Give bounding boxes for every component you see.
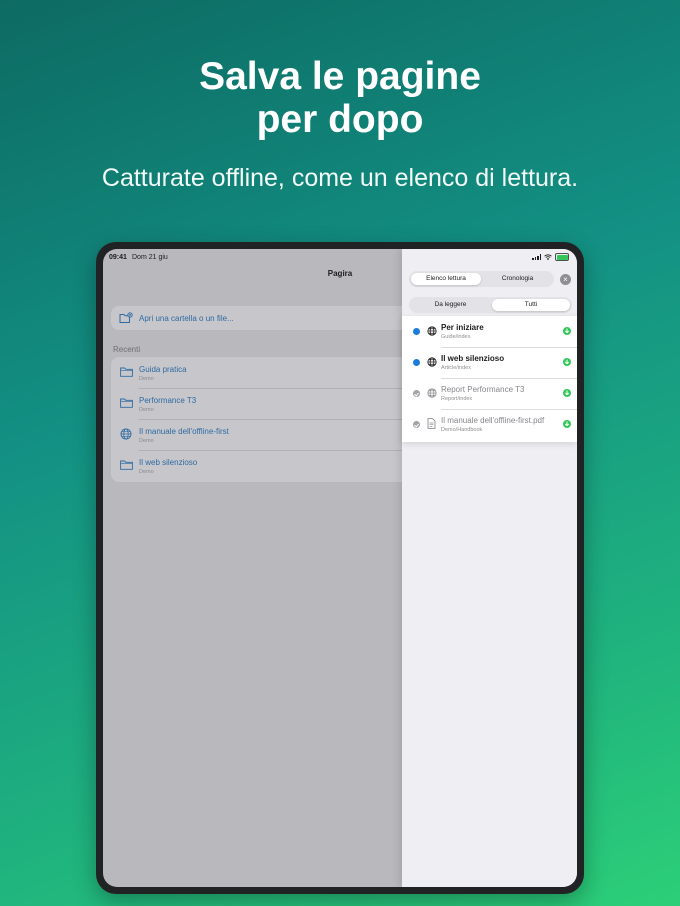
list-item-path: Article/index	[441, 365, 471, 371]
download-icon[interactable]	[563, 327, 571, 335]
recent-item[interactable]: Il web silenzioso Demo	[111, 450, 402, 481]
folder-plus-icon	[119, 312, 133, 323]
filter-tabs: Da leggere Tutti	[409, 297, 572, 313]
main-pane: Apri una cartella o un file... Recenti G…	[103, 249, 402, 887]
status-bar: 09:41 Dom 21 giu	[103, 249, 577, 265]
promo-headline-line2: per dopo	[256, 98, 424, 141]
tablet-screen: Apri una cartella o un file... Recenti G…	[103, 249, 577, 887]
list-item-path: Guide/index	[441, 334, 471, 340]
reading-list: Per iniziare Guide/index Il web silenzio…	[402, 316, 577, 442]
list-item[interactable]: Il web silenzioso Article/index	[402, 347, 577, 378]
download-icon[interactable]	[563, 420, 571, 428]
panel-tabs: Elenco lettura Cronologia	[409, 271, 554, 287]
wifi-icon	[544, 254, 552, 260]
globe-icon	[427, 326, 437, 336]
globe-icon	[427, 388, 437, 398]
recent-item[interactable]: Il manuale dell'offline-first Demo	[111, 419, 402, 450]
filter-all[interactable]: Tutti	[492, 299, 570, 311]
read-check-icon	[413, 421, 420, 428]
list-item-title: Il web silenzioso	[441, 354, 505, 363]
status-time: 09:41	[109, 254, 127, 261]
open-folder-label: Apri una cartella o un file...	[139, 314, 234, 323]
recent-item[interactable]: Guida pratica Demo	[111, 357, 402, 388]
list-item[interactable]: Il manuale dell'offline-first.pdf Demo/H…	[402, 409, 577, 440]
status-icons	[532, 253, 569, 261]
recent-item-title: Guida pratica	[139, 365, 187, 374]
list-item-path: Demo/Handbook	[441, 427, 483, 433]
tab-history[interactable]: Cronologia	[483, 273, 552, 285]
list-item-path: Report/index	[441, 396, 473, 402]
recent-item[interactable]: Performance T3 Demo	[111, 388, 402, 419]
close-icon[interactable]: ×	[560, 274, 571, 285]
recent-item-title: Performance T3	[139, 396, 197, 405]
recent-item-title: Il manuale dell'offline-first	[139, 427, 229, 436]
list-item[interactable]: Per iniziare Guide/index	[402, 316, 577, 347]
recent-item-subtitle: Demo	[139, 376, 154, 382]
recents-header: Recenti	[113, 345, 141, 354]
recent-item-subtitle: Demo	[139, 469, 154, 475]
document-icon	[427, 418, 436, 429]
recents-list: Guida pratica Demo Performance T3 Demo I…	[111, 357, 402, 482]
filter-unread[interactable]: Da leggere	[411, 299, 490, 311]
list-item-title: Report Performance T3	[441, 385, 525, 394]
unread-dot-icon	[413, 359, 420, 366]
tab-reading-list[interactable]: Elenco lettura	[411, 273, 481, 285]
cellular-signal-icon	[532, 254, 541, 260]
recent-item-subtitle: Demo	[139, 407, 154, 413]
globe-icon	[120, 428, 132, 440]
tablet-frame: Apri una cartella o un file... Recenti G…	[96, 242, 584, 894]
read-check-icon	[413, 390, 420, 397]
reading-list-panel: Elenco lettura Cronologia × Da leggere T…	[402, 249, 577, 887]
globe-icon	[427, 357, 437, 367]
battery-icon	[555, 253, 569, 261]
list-item-title: Per iniziare	[441, 323, 484, 332]
download-icon[interactable]	[563, 389, 571, 397]
promo-headline: Salva le pagine per dopo	[0, 55, 680, 141]
open-folder-button[interactable]: Apri una cartella o un file...	[111, 306, 402, 330]
recent-item-title: Il web silenzioso	[139, 458, 198, 467]
list-item-title: Il manuale dell'offline-first.pdf	[441, 416, 545, 425]
folder-icon	[120, 460, 133, 470]
status-date: Dom 21 giu	[132, 254, 168, 261]
list-item[interactable]: Report Performance T3 Report/index	[402, 378, 577, 409]
folder-icon	[120, 398, 133, 408]
unread-dot-icon	[413, 328, 420, 335]
folder-icon	[120, 367, 133, 377]
promo-subheadline: Catturate offline, come un elenco di let…	[101, 164, 579, 192]
recent-item-subtitle: Demo	[139, 438, 154, 444]
promo-headline-line1: Salva le pagine	[199, 55, 481, 98]
download-icon[interactable]	[563, 358, 571, 366]
